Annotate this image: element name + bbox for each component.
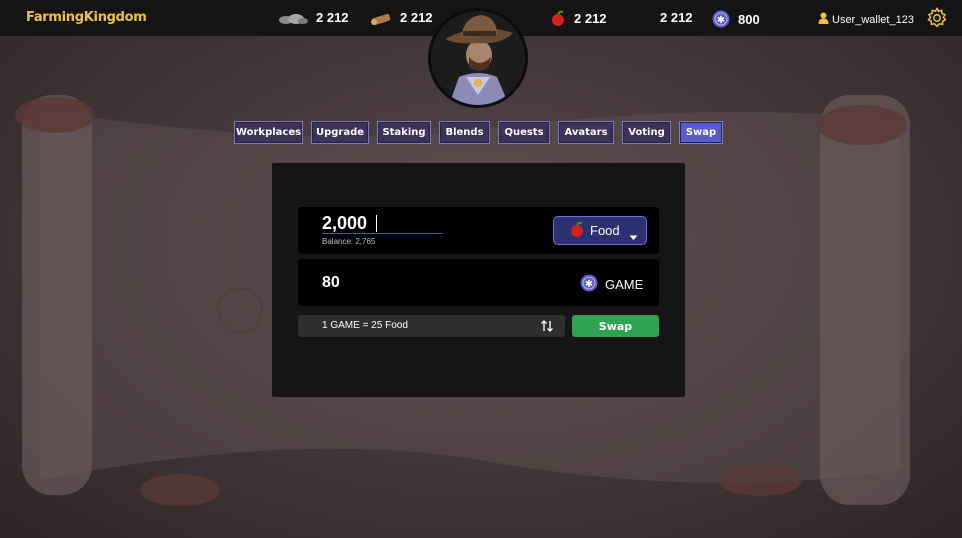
text-caret xyxy=(376,215,377,232)
gold-resource: 2 212 xyxy=(660,10,693,25)
game-amount: 800 xyxy=(738,11,760,27)
wood-resource: 2 212 xyxy=(370,10,433,25)
swap-direction-icon[interactable] xyxy=(540,319,554,342)
food-amount: 2 212 xyxy=(574,10,607,26)
to-amount: 80 xyxy=(322,274,340,291)
swap-button[interactable]: Swap xyxy=(572,315,659,337)
tab-quests[interactable]: Quests xyxy=(498,121,550,144)
to-token: ✱ GAME xyxy=(580,274,643,295)
svg-text:✱: ✱ xyxy=(585,279,593,290)
input-underline xyxy=(322,233,443,234)
tab-workplaces[interactable]: Workplaces xyxy=(234,121,303,144)
to-token-label: GAME xyxy=(605,277,644,292)
app-logo[interactable]: FarmingKingdom xyxy=(26,10,147,25)
main-navigation: Workplaces Upgrade Staking Blends Quests… xyxy=(0,121,962,145)
from-token-label: Food xyxy=(590,223,620,238)
gold-amount: 2 212 xyxy=(660,10,693,25)
tab-blends[interactable]: Blends xyxy=(439,121,490,144)
user-icon xyxy=(818,12,829,27)
tab-avatars[interactable]: Avatars xyxy=(558,121,614,144)
username: User_wallet_123 xyxy=(832,13,914,26)
swap-from-box: 2,000 Balance: 2,765 Food xyxy=(298,207,659,254)
game-resource: ✱ 800 xyxy=(712,10,760,28)
stone-icon xyxy=(278,11,308,25)
game-token-icon: ✱ xyxy=(712,10,730,28)
exchange-rate-bar: 1 GAME = 25 Food xyxy=(298,315,565,337)
apple-icon xyxy=(570,221,584,240)
wood-icon xyxy=(370,11,392,25)
wood-amount: 2 212 xyxy=(400,10,433,25)
gear-icon[interactable] xyxy=(926,7,948,34)
game-token-icon: ✱ xyxy=(580,274,598,295)
tab-staking[interactable]: Staking xyxy=(377,121,431,144)
tab-swap[interactable]: Swap xyxy=(679,121,723,144)
food-resource: 2 212 xyxy=(550,10,607,26)
exchange-rate-text: 1 GAME = 25 Food xyxy=(322,320,408,331)
swap-to-box: 80 ✱ GAME xyxy=(298,259,659,306)
stone-amount: 2 212 xyxy=(316,10,349,25)
swap-panel: 2,000 Balance: 2,765 Food 80 ✱ GAME 1 GA… xyxy=(272,163,685,397)
player-avatar[interactable] xyxy=(428,8,528,108)
chevron-down-icon xyxy=(629,229,638,244)
svg-text:✱: ✱ xyxy=(717,15,725,26)
balance-label: Balance: 2,765 xyxy=(322,237,376,246)
tab-upgrade[interactable]: Upgrade xyxy=(311,121,369,144)
tab-voting[interactable]: Voting xyxy=(622,121,671,144)
from-amount-input[interactable]: 2,000 xyxy=(322,213,367,234)
from-token-select[interactable]: Food xyxy=(553,216,647,245)
apple-icon xyxy=(550,10,566,26)
user-account[interactable]: User_wallet_123 xyxy=(818,12,914,27)
stone-resource: 2 212 xyxy=(278,10,349,25)
